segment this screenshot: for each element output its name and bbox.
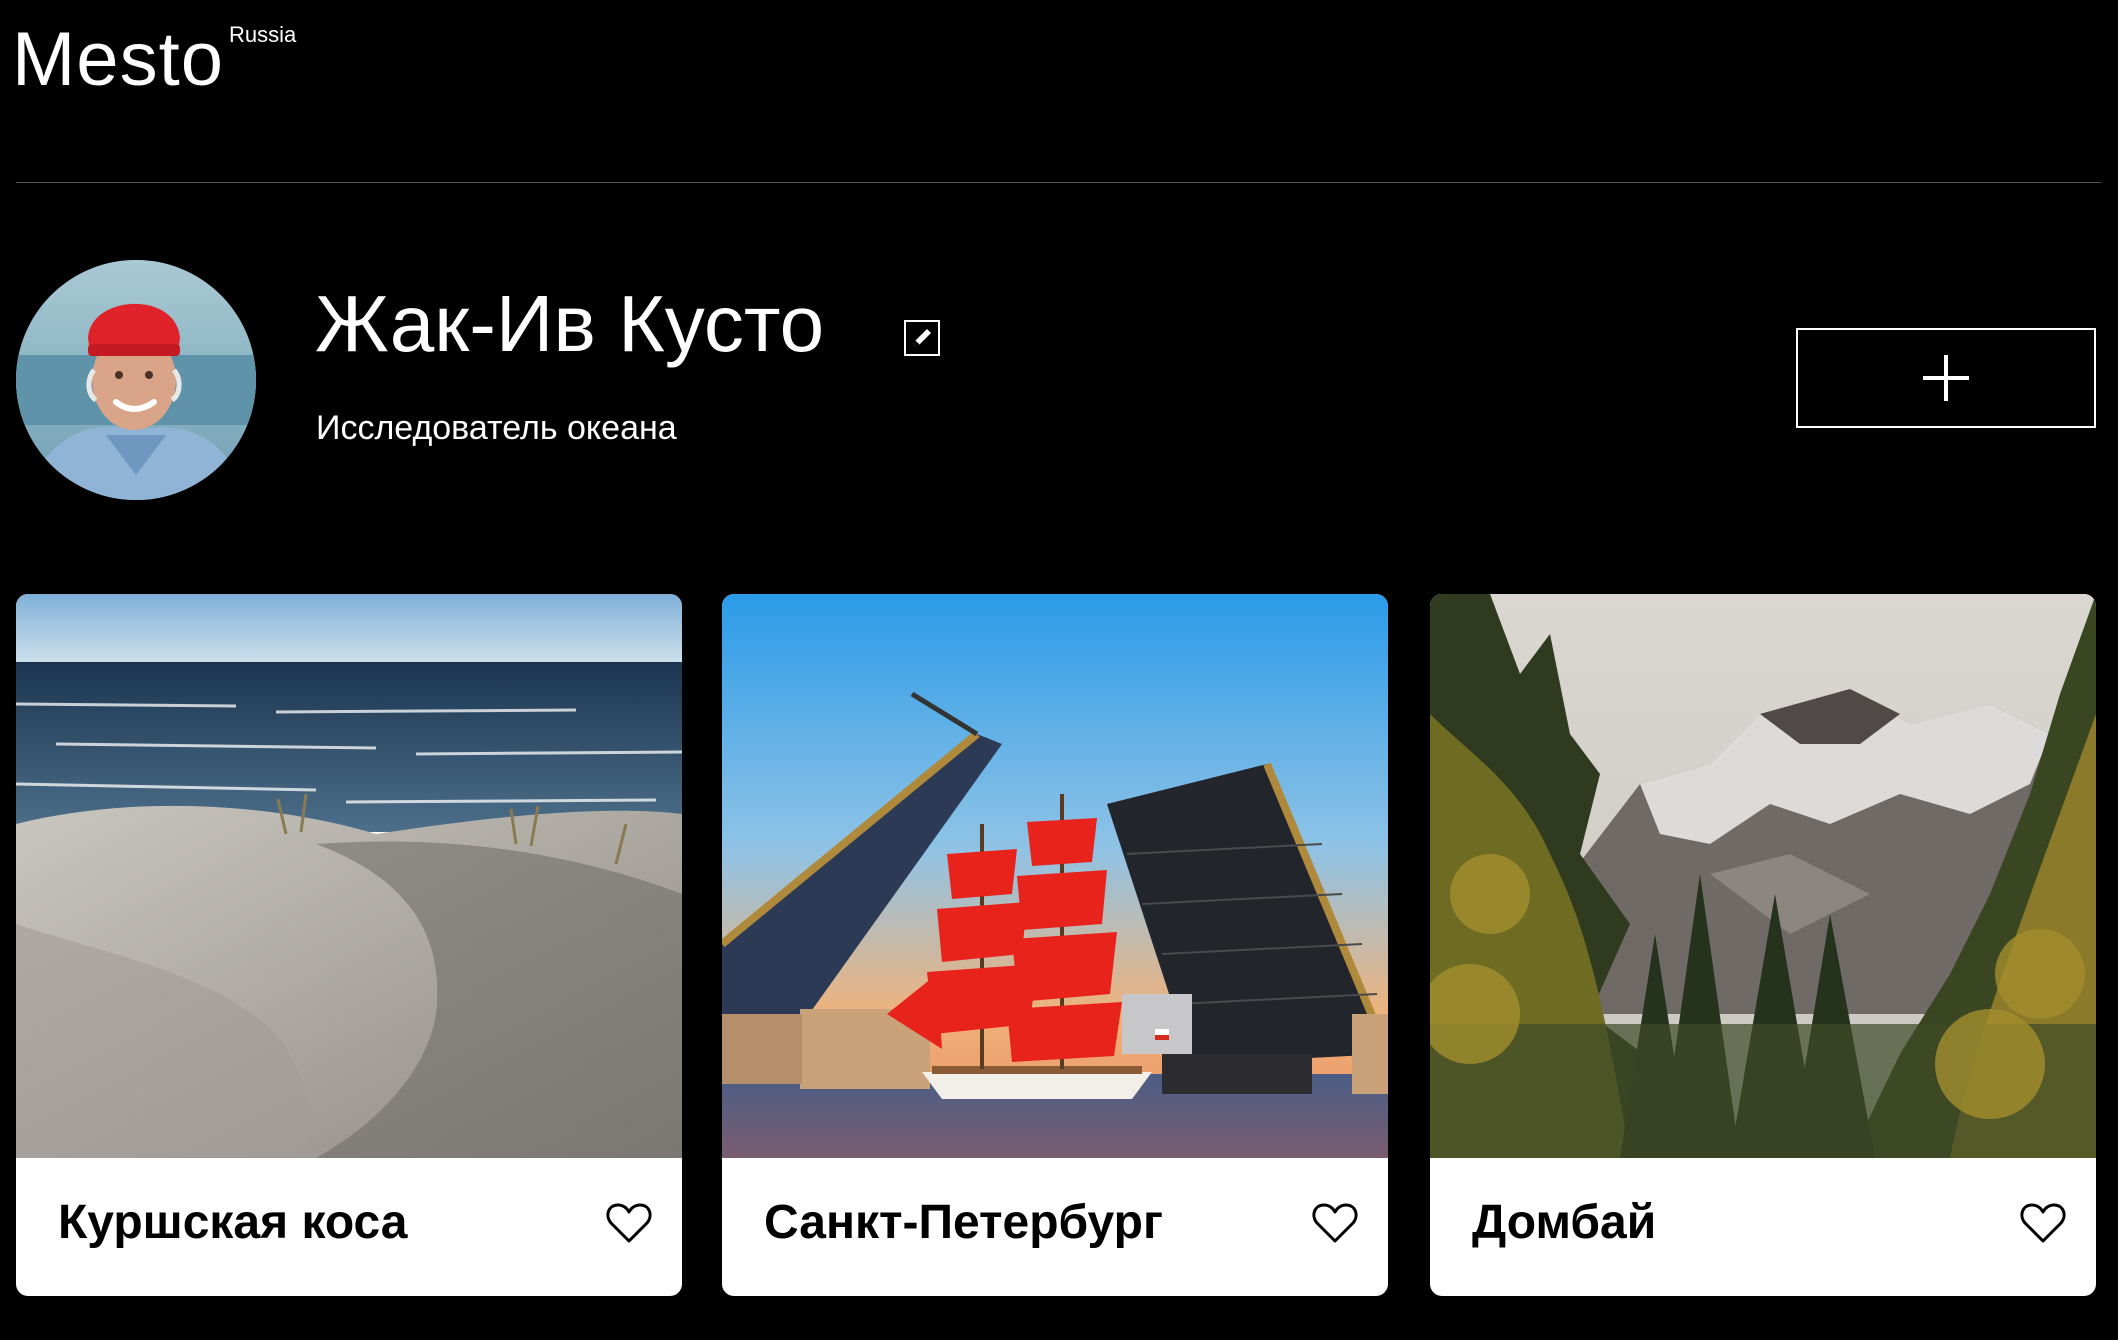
profile-name: Жак-Ив Кусто [315, 279, 825, 368]
card: Домбай [1430, 594, 2096, 1296]
like-button[interactable] [606, 1202, 652, 1244]
heart-outline-icon [606, 1203, 652, 1243]
profile-about: Исследователь океана [316, 409, 677, 447]
pencil-square-icon [914, 329, 931, 346]
header: Mesto Russia [0, 0, 2118, 183]
card-title: Домбай [1472, 1196, 1657, 1249]
like-button[interactable] [2020, 1202, 2066, 1244]
header-divider [16, 182, 2101, 183]
logo-superscript: Russia [229, 22, 297, 47]
heart-outline-icon [1312, 1203, 1358, 1243]
page: Mesto Russia Жак-Ив Кусто Исследователь … [0, 0, 2118, 1340]
edit-profile-button[interactable] [904, 320, 940, 356]
plus-icon [1923, 355, 1969, 401]
like-button[interactable] [1312, 1202, 1358, 1244]
card-photo [16, 594, 682, 1158]
card-image[interactable] [1430, 594, 2096, 1158]
card-image[interactable] [722, 594, 1388, 1158]
card: Куршская коса [16, 594, 682, 1296]
card: Санкт-Петербург [722, 594, 1388, 1296]
card-photo [1430, 594, 2096, 1158]
card-title: Санкт-Петербург [764, 1196, 1163, 1249]
card-title: Куршская коса [58, 1196, 408, 1249]
logo-text: Mesto [12, 17, 224, 102]
add-card-button[interactable] [1796, 328, 2096, 428]
avatar-image [16, 260, 256, 500]
logo[interactable]: Mesto Russia [12, 22, 296, 98]
heart-outline-icon [2020, 1203, 2066, 1243]
avatar[interactable] [16, 260, 256, 500]
card-image[interactable] [16, 594, 682, 1158]
card-photo [722, 594, 1388, 1158]
